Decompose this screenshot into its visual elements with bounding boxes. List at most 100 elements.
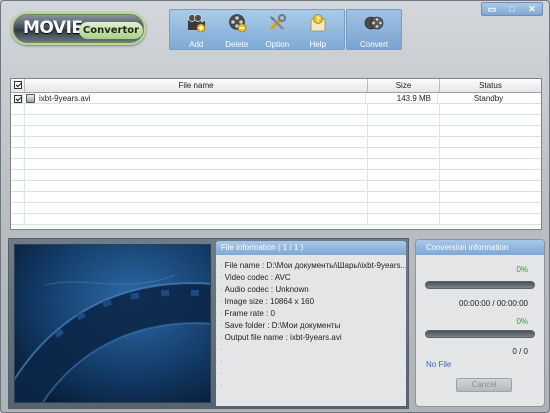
empty-cell <box>25 203 368 214</box>
check-icon <box>14 81 22 89</box>
empty-cell <box>11 104 25 115</box>
check-icon <box>14 95 22 103</box>
info-video-codec: · Video codec : AVC <box>220 273 291 282</box>
empty-cell <box>11 148 25 159</box>
app-window: MOVIE Convertor Add Delete Option ? Help… <box>0 0 550 413</box>
file-information-lines: · File name : D:\Мои документы\Шары\ixbt-… <box>216 255 406 392</box>
add-label: Add <box>189 40 204 49</box>
empty-table-row <box>11 115 541 126</box>
empty-table-row <box>11 170 541 181</box>
empty-cell <box>11 137 25 148</box>
select-all-checkbox[interactable] <box>11 79 25 92</box>
progress-percent-2: 0% <box>516 317 528 326</box>
file-list: File name Size Status ixbt-9years.avi 14… <box>10 78 542 230</box>
delete-label: Delete <box>225 40 249 49</box>
empty-cell <box>11 126 25 137</box>
empty-cell <box>368 181 440 192</box>
empty-table-row <box>11 214 541 225</box>
empty-cell <box>11 214 25 225</box>
close-button[interactable]: ✕ <box>524 4 540 15</box>
maximize-button[interactable]: □ <box>504 4 520 14</box>
toolbar: Add Delete Option ? Help <box>169 9 345 50</box>
logo-word-convertor: Convertor <box>79 22 143 39</box>
tools-icon <box>270 14 287 31</box>
preview-panel: File information ( 1 / 1 ) · File name : … <box>8 238 409 409</box>
empty-cell <box>25 181 368 192</box>
empty-cell <box>25 159 368 170</box>
empty-cell <box>440 126 541 137</box>
empty-cell <box>440 159 541 170</box>
column-header-size[interactable]: Size <box>368 79 440 92</box>
empty-table-row <box>11 137 541 148</box>
conversion-status: No File <box>426 360 452 369</box>
empty-table-row <box>11 181 541 192</box>
table-row[interactable]: ixbt-9years.avi 143.9 MB Standby <box>11 93 541 104</box>
info-empty-line: · <box>220 381 223 390</box>
help-button[interactable]: ? Help <box>299 10 337 49</box>
cancel-button[interactable]: Cancel <box>456 378 512 392</box>
empty-table-row <box>11 104 541 115</box>
row-file-status: Standby <box>473 94 504 103</box>
empty-table-row <box>11 148 541 159</box>
empty-table-row <box>11 159 541 170</box>
film-strip-background <box>15 245 210 402</box>
empty-cell <box>11 203 25 214</box>
row-checkbox[interactable] <box>11 93 23 104</box>
row-file-name: ixbt-9years.avi <box>39 94 91 103</box>
video-preview <box>14 244 211 403</box>
progress-bar-2 <box>425 330 535 338</box>
empty-cell <box>440 148 541 159</box>
progress-bar-1 <box>425 281 535 289</box>
help-label: Help <box>309 40 326 49</box>
elapsed-time: 00:00:00 / 00:00:00 <box>459 299 528 308</box>
file-list-header: File name Size Status <box>11 79 541 93</box>
progress-percent-1: 0% <box>516 265 528 274</box>
file-count: 0 / 0 <box>512 347 528 356</box>
convert-button[interactable]: Convert <box>347 10 401 49</box>
empty-cell <box>368 170 440 181</box>
empty-cell <box>25 214 368 225</box>
option-button[interactable]: Option <box>258 10 296 49</box>
empty-cell <box>368 192 440 203</box>
empty-cell <box>440 181 541 192</box>
empty-cell <box>368 126 440 137</box>
empty-cell <box>25 148 368 159</box>
empty-cell <box>11 170 25 181</box>
minimize-button[interactable]: ▭ <box>484 4 500 15</box>
empty-cell <box>25 126 368 137</box>
conversion-information-panel: Conversion information 0% 00:00:00 / 00:… <box>415 239 545 407</box>
info-empty-line: · <box>220 357 223 366</box>
empty-cell <box>368 104 440 115</box>
add-film-icon <box>188 14 206 33</box>
file-information-panel: File information ( 1 / 1 ) · File name : … <box>216 241 406 406</box>
help-icon: ? <box>310 14 326 32</box>
empty-cell <box>368 203 440 214</box>
delete-button[interactable]: Delete <box>218 10 256 49</box>
app-logo: MOVIE Convertor <box>11 12 146 45</box>
video-file-icon <box>26 94 35 103</box>
row-name-cell: ixbt-9years.avi <box>23 93 366 104</box>
column-header-status[interactable]: Status <box>440 79 541 92</box>
file-information-title: File information ( 1 / 1 ) <box>216 241 406 255</box>
empty-cell <box>440 115 541 126</box>
empty-cell <box>440 214 541 225</box>
empty-cell <box>440 170 541 181</box>
empty-cell <box>11 181 25 192</box>
info-audio-codec: · Audio codec : Unknown <box>220 285 309 294</box>
empty-cell <box>440 192 541 203</box>
empty-cell <box>368 214 440 225</box>
add-button[interactable]: Add <box>177 10 215 49</box>
column-header-name[interactable]: File name <box>25 79 368 92</box>
info-frame-rate: · Frame rate : 0 <box>220 309 275 318</box>
empty-cell <box>25 137 368 148</box>
row-file-size: 143.9 MB <box>366 93 438 104</box>
empty-cell <box>25 104 368 115</box>
delete-film-icon <box>228 14 247 33</box>
option-label: Option <box>265 40 290 49</box>
convert-toolbar: Convert <box>346 9 402 50</box>
info-save-folder: · Save folder : D:\Мои документы <box>220 321 341 330</box>
info-output-file-name: · Output file name : ixbt-9years.avi <box>220 333 342 342</box>
empty-table-row <box>11 192 541 203</box>
empty-cell <box>11 159 25 170</box>
window-controls: ▭ □ ✕ <box>481 2 543 16</box>
